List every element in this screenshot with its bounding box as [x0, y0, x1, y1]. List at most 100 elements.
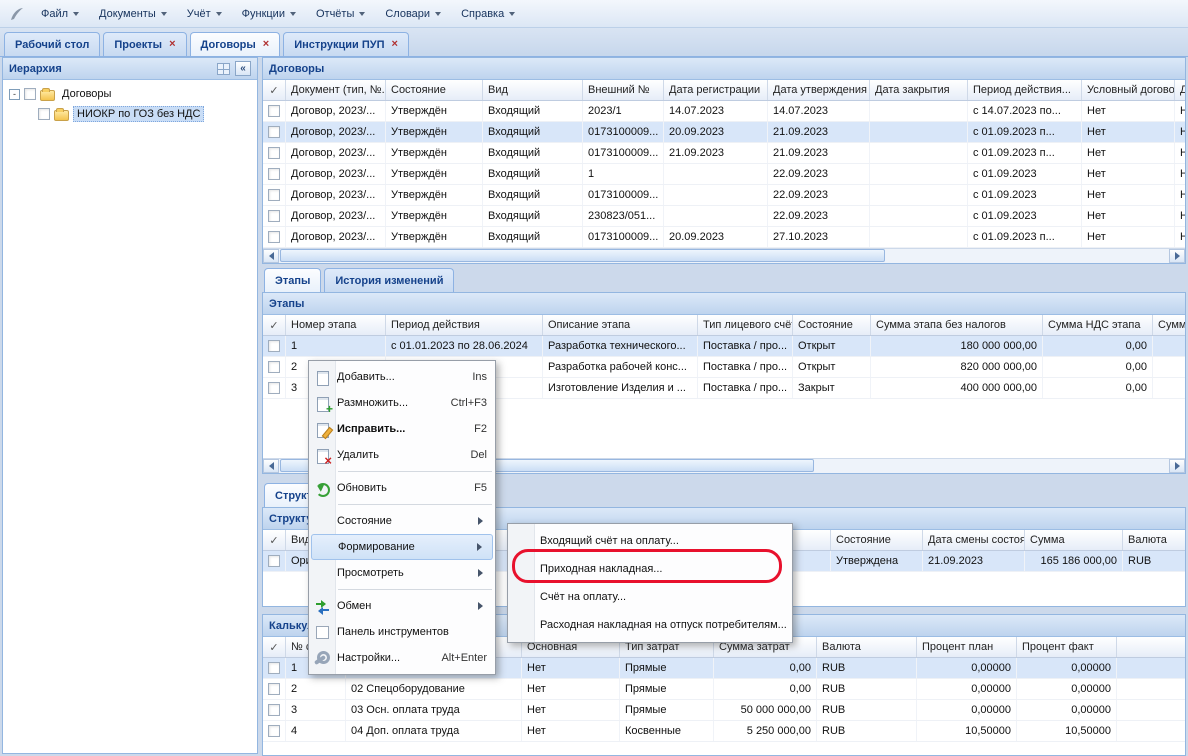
column-header[interactable]: Сумма э...: [1153, 315, 1185, 335]
context-menu-item[interactable]: Формирование: [311, 534, 493, 560]
menubar-item-4[interactable]: Отчёты: [307, 4, 374, 24]
column-header[interactable]: Внешний №: [583, 80, 664, 100]
tree-collapse-icon[interactable]: -: [9, 89, 20, 100]
scroll-right-icon[interactable]: [1169, 249, 1185, 263]
close-icon[interactable]: ×: [392, 39, 398, 50]
horizontal-scrollbar[interactable]: [263, 248, 1185, 263]
column-header[interactable]: Сумма: [1025, 530, 1123, 550]
scrollbar-track[interactable]: [279, 249, 1169, 263]
column-header[interactable]: Документ (тип, №...: [286, 80, 386, 100]
menubar-item-1[interactable]: Документы: [90, 4, 176, 24]
column-header[interactable]: До...: [1175, 80, 1185, 100]
column-header[interactable]: ✓: [263, 637, 286, 657]
column-header[interactable]: Состояние: [386, 80, 483, 100]
row-checkbox[interactable]: [263, 122, 286, 142]
table-row[interactable]: Договор, 2023/...УтверждёнВходящий230823…: [263, 206, 1185, 227]
table-row[interactable]: 1с 01.01.2023 по 28.06.2024Разработка те…: [263, 336, 1185, 357]
row-checkbox[interactable]: [263, 658, 286, 678]
row-checkbox[interactable]: [263, 227, 286, 247]
table-row[interactable]: 404 Доп. оплата трудаНетКосвенные5 250 0…: [263, 721, 1185, 742]
column-header[interactable]: Состояние: [793, 315, 871, 335]
table-row[interactable]: Договор, 2023/...УтверждёнВходящий2023/1…: [263, 101, 1185, 122]
row-checkbox[interactable]: [263, 185, 286, 205]
scrollbar-thumb[interactable]: [280, 249, 885, 262]
row-checkbox[interactable]: [263, 101, 286, 121]
column-header[interactable]: Период действия...: [968, 80, 1082, 100]
column-header[interactable]: Описание этапа: [543, 315, 698, 335]
column-header[interactable]: ✓: [263, 315, 286, 335]
scroll-left-icon[interactable]: [263, 459, 279, 473]
submenu-item[interactable]: Приходная накладная...: [508, 555, 792, 583]
column-header[interactable]: Процент факт: [1017, 637, 1117, 657]
tab-2[interactable]: Договоры×: [190, 32, 281, 56]
tab-3[interactable]: Инструкции ПУП×: [283, 32, 409, 56]
column-header[interactable]: Сумма этапа без налогов: [871, 315, 1043, 335]
context-menu-item[interactable]: УдалитьDel: [311, 442, 493, 468]
close-icon[interactable]: ×: [263, 39, 269, 50]
table-row[interactable]: Договор, 2023/...УтверждёнВходящий017310…: [263, 143, 1185, 164]
row-checkbox[interactable]: [263, 721, 286, 741]
context-menu-item[interactable]: Состояние: [311, 508, 493, 534]
column-header[interactable]: ✓: [263, 80, 286, 100]
menubar-item-6[interactable]: Справка: [452, 4, 524, 24]
close-icon[interactable]: ×: [169, 39, 175, 50]
table-row[interactable]: Договор, 2023/...УтверждёнВходящий017310…: [263, 227, 1185, 248]
menubar-item-3[interactable]: Функции: [233, 4, 305, 24]
column-header[interactable]: ✓: [263, 530, 286, 550]
context-menu-item[interactable]: Панель инструментов: [311, 619, 493, 645]
scroll-left-icon[interactable]: [263, 249, 279, 263]
table-row[interactable]: Договор, 2023/...УтверждёнВходящий017310…: [263, 185, 1185, 206]
tab-0[interactable]: Этапы: [264, 268, 321, 292]
column-header[interactable]: Процент план: [917, 637, 1017, 657]
context-menu-item[interactable]: Размножить...Ctrl+F3: [311, 390, 493, 416]
submenu-item[interactable]: Счёт на оплату...: [508, 583, 792, 611]
column-header[interactable]: Условный договор: [1082, 80, 1175, 100]
column-header[interactable]: Валюта: [1123, 530, 1185, 550]
column-header[interactable]: Дата закрытия: [870, 80, 968, 100]
column-header[interactable]: Валюта: [817, 637, 917, 657]
tree-item[interactable]: -Договоры: [5, 84, 255, 104]
row-checkbox[interactable]: [263, 164, 286, 184]
column-header[interactable]: Состояние: [831, 530, 923, 550]
context-menu-item[interactable]: Добавить...Ins: [311, 364, 493, 390]
menubar-item-2[interactable]: Учёт: [178, 4, 231, 24]
table-row[interactable]: Договор, 2023/...УтверждёнВходящий122.09…: [263, 164, 1185, 185]
context-menu-item[interactable]: Исправить...F2: [311, 416, 493, 442]
row-checkbox[interactable]: [263, 143, 286, 163]
submenu-item[interactable]: Расходная накладная на отпуск потребител…: [508, 611, 792, 639]
row-checkbox[interactable]: [263, 357, 286, 377]
context-menu-item[interactable]: ОбновитьF5: [311, 475, 493, 501]
menubar-item-5[interactable]: Словари: [376, 4, 450, 24]
column-header[interactable]: Номер этапа: [286, 315, 386, 335]
column-header[interactable]: Дата утверждения: [768, 80, 870, 100]
row-checkbox[interactable]: [263, 679, 286, 699]
submenu-item[interactable]: Входящий счёт на оплату...: [508, 527, 792, 555]
column-header[interactable]: Дата смены состоя: [923, 530, 1025, 550]
tree-item[interactable]: НИОКР по ГОЗ без НДС: [5, 104, 255, 124]
table-row[interactable]: 303 Осн. оплата трудаНетПрямые50 000 000…: [263, 700, 1185, 721]
tab-1[interactable]: История изменений: [324, 268, 454, 292]
table-row[interactable]: Договор, 2023/...УтверждёнВходящий017310…: [263, 122, 1185, 143]
row-checkbox[interactable]: [263, 551, 286, 571]
context-menu-item[interactable]: Обмен: [311, 593, 493, 619]
row-checkbox[interactable]: [263, 206, 286, 226]
table-row[interactable]: 202 СпецоборудованиеНетПрямые0,00RUB0,00…: [263, 679, 1185, 700]
column-header[interactable]: Тип лицевого счёт: [698, 315, 793, 335]
menubar-item-0[interactable]: Файл: [32, 4, 88, 24]
collapse-panel-icon[interactable]: «: [235, 61, 251, 76]
tab-1[interactable]: Проекты×: [103, 32, 186, 56]
tree-checkbox[interactable]: [24, 88, 36, 100]
column-header[interactable]: Вид: [483, 80, 583, 100]
row-checkbox[interactable]: [263, 378, 286, 398]
column-header[interactable]: Дата регистрации: [664, 80, 768, 100]
grid-settings-icon[interactable]: [217, 63, 230, 75]
column-header[interactable]: Сумма НДС этапа: [1043, 315, 1153, 335]
column-header[interactable]: Период действия: [386, 315, 543, 335]
tree-checkbox[interactable]: [38, 108, 50, 120]
row-checkbox[interactable]: [263, 700, 286, 720]
context-menu-item[interactable]: Просмотреть: [311, 560, 493, 586]
row-checkbox[interactable]: [263, 336, 286, 356]
scroll-right-icon[interactable]: [1169, 459, 1185, 473]
tab-0[interactable]: Рабочий стол: [4, 32, 100, 56]
context-menu-item[interactable]: Настройки...Alt+Enter: [311, 645, 493, 671]
